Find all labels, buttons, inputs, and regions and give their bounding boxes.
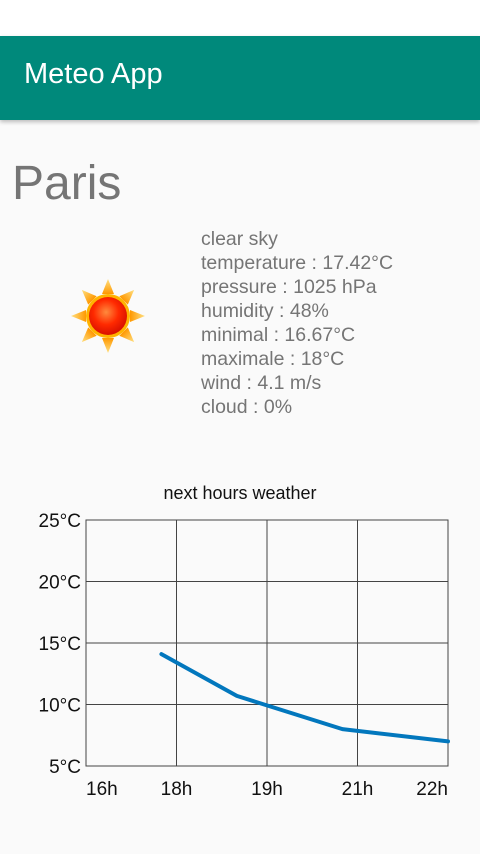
x-tick-label: 19h (251, 779, 283, 800)
y-tick-label: 10°C (39, 696, 81, 717)
y-tick-label: 25°C (39, 511, 81, 532)
temperature-series-line (159, 652, 450, 744)
y-tick-label: 20°C (39, 573, 81, 594)
x-tick-label: 22h (416, 779, 448, 800)
y-tick-label: 15°C (39, 634, 81, 655)
forecast-chart: 25°C 20°C 15°C 10°C 5°C16h 18h 19h 21h 22h (39, 511, 450, 800)
x-tick-label: 18h (161, 779, 193, 800)
y-tick-label: 5°C (49, 757, 81, 778)
x-tick-label: 16h (86, 779, 118, 800)
x-tick-label: 21h (342, 779, 374, 800)
